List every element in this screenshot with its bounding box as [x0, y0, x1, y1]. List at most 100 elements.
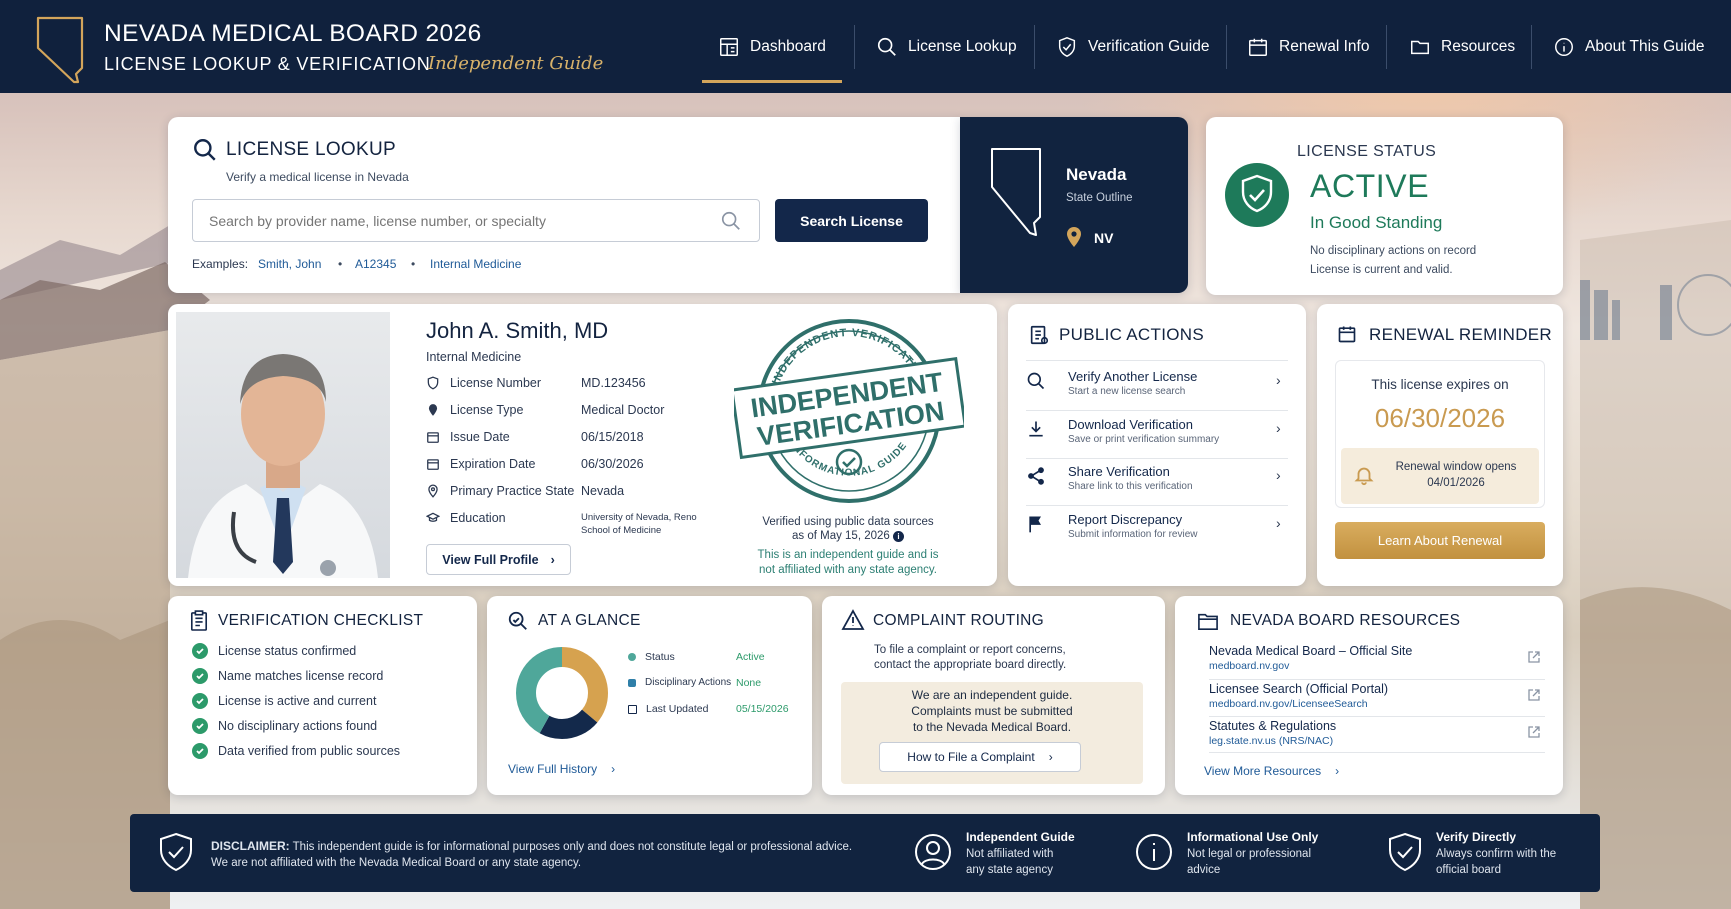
example-link[interactable]: A12345	[355, 257, 396, 271]
tab-renewal-info[interactable]: Renewal Info	[1247, 0, 1369, 93]
calendar-icon	[427, 432, 439, 443]
action-share[interactable]: Share Verification Share link to this ve…	[1026, 461, 1288, 505]
license-status-value: ACTIVE	[1310, 168, 1430, 204]
chevron-right-icon: ›	[1048, 750, 1053, 764]
state-code: NV	[1094, 230, 1114, 246]
action-subtitle: Start a new license search	[1068, 386, 1186, 397]
checklist-item-label: No disciplinary actions found	[218, 719, 378, 733]
chevron-right-icon: ›	[1276, 515, 1281, 531]
calendar-icon	[1338, 326, 1356, 343]
board-resources-card: NEVADA BOARD RESOURCES Nevada Medical Bo…	[1175, 596, 1563, 795]
license-number-row: License Number	[426, 376, 541, 390]
example-link[interactable]: Smith, John	[258, 257, 321, 271]
field-label: Education	[450, 511, 506, 525]
complaint-line-1: To file a complaint or report concerns,	[874, 644, 1066, 656]
calendar-icon	[1249, 38, 1267, 56]
tab-dashboard-label: Dashboard	[750, 37, 826, 55]
status-donut-chart	[516, 647, 608, 739]
graduation-icon	[426, 512, 440, 522]
chevron-right-icon: ›	[1276, 420, 1281, 436]
action-title: Verify Another License	[1068, 369, 1198, 384]
glance-row-disciplinary: Disciplinary Actions	[628, 677, 731, 688]
resource-title: Nevada Medical Board – Official Site	[1209, 644, 1413, 658]
checklist-item: License is active and current	[192, 693, 376, 709]
badge-title: Informational Use Only	[1187, 830, 1319, 844]
view-full-profile-label: View Full Profile	[442, 552, 539, 567]
disclaimer-label: DISCLAIMER:	[211, 839, 290, 853]
badge-line-2: any state agency	[966, 864, 1053, 876]
field-label: License Number	[450, 376, 542, 390]
check-icon	[192, 643, 208, 659]
badge-line-1: Always confirm with the	[1436, 848, 1557, 860]
search-icon	[1027, 372, 1045, 390]
learn-about-renewal-button[interactable]: Learn About Renewal	[1335, 522, 1545, 559]
nevada-outline-icon	[991, 148, 1041, 236]
chevron-right-icon: ›	[550, 552, 555, 567]
glance-label: Status	[645, 651, 675, 663]
bell-icon	[1354, 467, 1374, 486]
flag-icon	[1029, 516, 1041, 533]
disclaimer-footer: DISCLAIMER: This independent guide is fo…	[130, 814, 1600, 892]
view-full-profile-button[interactable]: View Full Profile ›	[426, 544, 571, 575]
action-report-discrepancy[interactable]: Report Discrepancy Submit information fo…	[1026, 509, 1288, 553]
badge-title: Verify Directly	[1436, 830, 1517, 844]
search-input[interactable]	[192, 199, 760, 242]
badge-line-2: advice	[1187, 864, 1221, 876]
disclaimer-line-2: We are not affiliated with the Nevada Me…	[211, 857, 582, 869]
badge-icon	[428, 404, 438, 416]
license-type-value: Medical Doctor	[581, 403, 665, 417]
how-to-file-complaint-button[interactable]: How to File a Complaint ›	[879, 742, 1081, 772]
issue-date-value: 06/15/2018	[581, 430, 644, 444]
action-verify-another[interactable]: Verify Another License Start a new licen…	[1026, 366, 1288, 410]
resource-link-statutes[interactable]: Statutes & Regulations leg.state.nv.us (…	[1209, 719, 1545, 753]
tab-resources[interactable]: Resources	[1409, 0, 1515, 93]
checklist-item: Data verified from public sources	[192, 743, 400, 759]
disclaimer-text: This independent guide is for informatio…	[289, 841, 853, 853]
search-icon	[194, 139, 216, 161]
expiration-date-row: Expiration Date	[426, 457, 535, 471]
license-status-card: LICENSE STATUS ACTIVE In Good Standing N…	[1206, 117, 1563, 295]
external-link-icon	[1528, 726, 1540, 738]
action-download[interactable]: Download Verification Save or print veri…	[1026, 414, 1288, 458]
tab-verification-guide-label: Verification Guide	[1088, 37, 1210, 55]
tab-verification-guide[interactable]: Verification Guide	[1056, 0, 1210, 93]
complaint-note-box: We are an independent guide. Complaints …	[841, 682, 1143, 784]
tab-license-lookup[interactable]: License Lookup	[876, 0, 1017, 93]
examples-label: Examples:	[192, 257, 249, 271]
download-icon	[1029, 421, 1043, 437]
status-note-1: No disciplinary actions on record	[1310, 245, 1477, 257]
resource-title: Licensee Search (Official Portal)	[1209, 682, 1389, 696]
info-icon[interactable]: i	[893, 531, 904, 542]
field-label: Primary Practice State	[450, 484, 575, 498]
resource-link-licensee-search[interactable]: Licensee Search (Official Portal) medboa…	[1209, 682, 1545, 716]
checklist-item: License status confirmed	[192, 643, 356, 659]
square-icon	[628, 678, 636, 687]
license-type-row: License Type	[426, 403, 523, 417]
search-icon	[508, 611, 527, 630]
checklist-item-label: Data verified from public sources	[218, 744, 401, 758]
check-icon	[192, 668, 208, 684]
disclaimer-line-1: DISCLAIMER: This independent guide is fo…	[211, 838, 891, 855]
at-a-glance-card: AT A GLANCE Status Active Disciplinary A…	[487, 596, 812, 795]
app-header: NEVADA MEDICAL BOARD 2026 LICENSE LOOKUP…	[0, 0, 1731, 93]
view-more-resources-link[interactable]: View More Resources ›	[1204, 764, 1339, 778]
public-actions-card: PUBLIC ACTIONS Verify Another License St…	[1008, 304, 1306, 586]
checklist-item-label: License status confirmed	[218, 644, 357, 658]
nevada-outline-logo-icon	[36, 16, 84, 84]
resource-link-official-site[interactable]: Nevada Medical Board – Official Site med…	[1209, 644, 1545, 678]
resource-url: leg.state.nv.us (NRS/NAC)	[1209, 735, 1334, 747]
folder-icon	[1198, 613, 1218, 630]
badge-line-1: Not affiliated with	[966, 848, 1054, 860]
provider-photo	[176, 312, 390, 578]
resource-title: Statutes & Regulations	[1209, 719, 1337, 733]
example-link[interactable]: Internal Medicine	[430, 257, 521, 271]
action-subtitle: Submit information for review	[1068, 529, 1198, 540]
tab-about[interactable]: About This Guide	[1553, 0, 1704, 93]
search-license-button[interactable]: Search License	[775, 199, 928, 242]
check-icon	[192, 693, 208, 709]
license-lookup-subtitle: Verify a medical license in Nevada	[226, 170, 409, 184]
verification-checklist-card: VERIFICATION CHECKLIST License status co…	[168, 596, 477, 795]
badge-line-1: Not legal or professional	[1187, 848, 1312, 860]
view-full-history-link[interactable]: View Full History ›	[508, 762, 615, 776]
field-label: Expiration Date	[450, 457, 536, 471]
